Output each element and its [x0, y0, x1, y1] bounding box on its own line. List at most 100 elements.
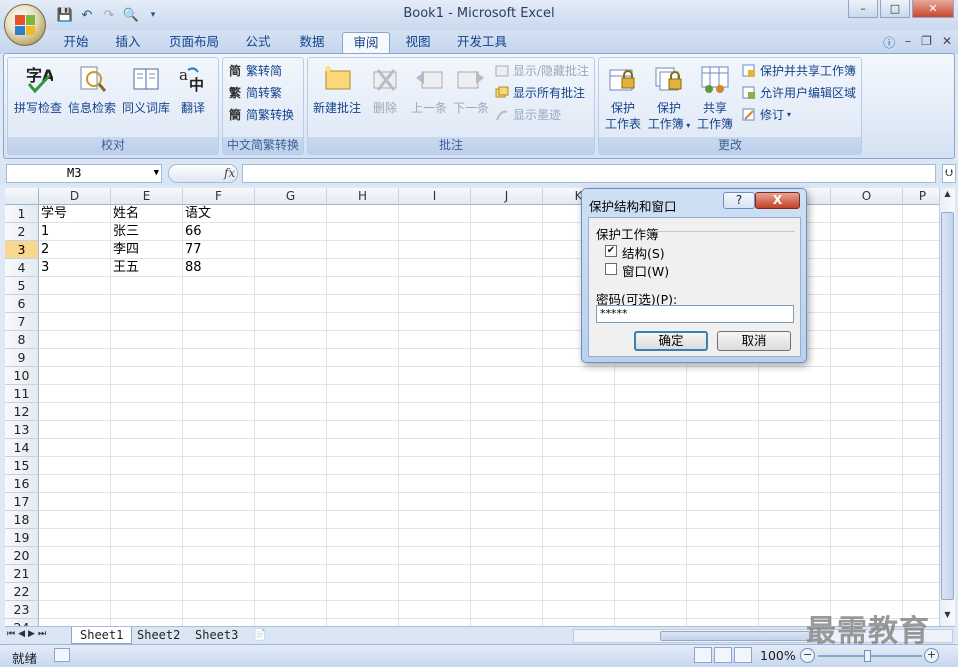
- save-icon[interactable]: 💾: [56, 6, 74, 24]
- cell-f2[interactable]: 66: [183, 223, 255, 241]
- page-layout-view-icon[interactable]: [714, 647, 732, 663]
- column-header-f[interactable]: F: [183, 188, 255, 205]
- redo-icon[interactable]: ↷: [100, 6, 118, 24]
- expand-formula-bar-icon[interactable]: ⮋: [942, 164, 956, 183]
- column-header-i[interactable]: I: [399, 188, 471, 205]
- column-header-p[interactable]: P: [903, 188, 939, 205]
- protect-share-workbook-button[interactable]: 保护并共享工作簿: [741, 61, 856, 81]
- translate-button[interactable]: a中 翻译: [168, 60, 218, 116]
- protect-sheet-button[interactable]: 保护 工作表: [599, 60, 647, 132]
- name-box[interactable]: M3 ▼: [6, 164, 162, 183]
- last-sheet-icon[interactable]: ⏭: [38, 629, 46, 639]
- cell-f4[interactable]: 88: [183, 259, 255, 277]
- row-header-12[interactable]: 12: [5, 403, 39, 421]
- row-header-15[interactable]: 15: [5, 457, 39, 475]
- zoom-in-icon[interactable]: +: [924, 648, 939, 663]
- trad-to-simp-button[interactable]: 简繁转简: [227, 61, 282, 81]
- row-header-23[interactable]: 23: [5, 601, 39, 619]
- tab-formulas[interactable]: 公式: [238, 32, 278, 54]
- normal-view-icon[interactable]: [694, 647, 712, 663]
- row-header-6[interactable]: 6: [5, 295, 39, 313]
- new-comment-button[interactable]: 新建批注: [308, 60, 366, 116]
- workbook-restore-icon[interactable]: ❐: [921, 34, 932, 51]
- tab-insert[interactable]: 插入: [108, 32, 148, 54]
- column-header-g[interactable]: G: [255, 188, 327, 205]
- allow-edit-ranges-button[interactable]: 允许用户编辑区域: [741, 83, 856, 103]
- spell-check-button[interactable]: 字A 拼写检查: [10, 60, 66, 116]
- cell-e1[interactable]: 姓名: [111, 205, 183, 223]
- dialog-close-icon[interactable]: X: [755, 192, 800, 209]
- row-header-8[interactable]: 8: [5, 331, 39, 349]
- cell-d3[interactable]: 2: [39, 241, 111, 259]
- zoom-out-icon[interactable]: −: [800, 648, 815, 663]
- row-header-2[interactable]: 2: [5, 223, 39, 241]
- row-header-24[interactable]: 24: [5, 619, 39, 626]
- row-header-4[interactable]: 4: [5, 259, 39, 277]
- row-header-1[interactable]: 1: [5, 205, 39, 223]
- scroll-up-icon[interactable]: ▲: [941, 189, 954, 203]
- formula-input[interactable]: [242, 164, 936, 183]
- windows-label[interactable]: 窗口(W): [622, 261, 669, 280]
- cell-d2[interactable]: 1: [39, 223, 111, 241]
- select-all-corner[interactable]: [5, 188, 39, 205]
- column-header-j[interactable]: J: [471, 188, 543, 205]
- row-header-17[interactable]: 17: [5, 493, 39, 511]
- tab-review[interactable]: 审阅: [342, 32, 390, 54]
- workbook-minimize-icon[interactable]: –: [905, 34, 911, 51]
- tab-page-layout[interactable]: 页面布局: [162, 32, 226, 54]
- page-break-view-icon[interactable]: [734, 647, 752, 663]
- zoom-level[interactable]: 100%: [760, 648, 796, 663]
- tab-home[interactable]: 开始: [56, 32, 96, 54]
- row-header-19[interactable]: 19: [5, 529, 39, 547]
- track-changes-button[interactable]: 修订 ▾: [741, 105, 791, 125]
- vertical-scroll-thumb[interactable]: [941, 212, 954, 600]
- password-input[interactable]: *****: [596, 305, 794, 323]
- sheet-tab-1[interactable]: Sheet1: [71, 627, 133, 644]
- horizontal-scroll-thumb[interactable]: [660, 631, 810, 641]
- close-icon[interactable]: ✕: [912, 0, 954, 18]
- delete-comment-button[interactable]: 删除: [360, 60, 410, 116]
- cell-e4[interactable]: 王五: [111, 259, 183, 277]
- row-header-11[interactable]: 11: [5, 385, 39, 403]
- row-header-16[interactable]: 16: [5, 475, 39, 493]
- row-header-22[interactable]: 22: [5, 583, 39, 601]
- name-box-dropdown-icon[interactable]: ▼: [154, 165, 159, 182]
- show-hide-comment-button[interactable]: 显示/隐藏批注: [494, 61, 589, 81]
- row-header-21[interactable]: 21: [5, 565, 39, 583]
- insert-sheet-icon[interactable]: 📄: [245, 627, 275, 644]
- vertical-scrollbar[interactable]: ▲ ▼: [939, 188, 955, 626]
- cell-e2[interactable]: 张三: [111, 223, 183, 241]
- maximize-icon[interactable]: □: [880, 0, 910, 18]
- customize-qat-icon[interactable]: ▾: [144, 6, 162, 24]
- insert-function-icon[interactable]: fx: [224, 166, 235, 180]
- cell-d4[interactable]: 3: [39, 259, 111, 277]
- chinese-convert-button[interactable]: 簡简繁转换: [227, 105, 294, 125]
- row-header-3[interactable]: 3: [5, 241, 39, 259]
- first-sheet-icon[interactable]: ⏮: [7, 629, 15, 639]
- row-header-7[interactable]: 7: [5, 313, 39, 331]
- dialog-help-icon[interactable]: ?: [723, 192, 755, 209]
- office-button[interactable]: [4, 4, 46, 46]
- share-workbook-button[interactable]: 共享 工作簿: [691, 60, 739, 132]
- row-header-10[interactable]: 10: [5, 367, 39, 385]
- row-header-20[interactable]: 20: [5, 547, 39, 565]
- structure-label[interactable]: 结构(S): [622, 243, 665, 262]
- show-all-comments-button[interactable]: 显示所有批注: [494, 83, 585, 103]
- cell-f3[interactable]: 77: [183, 241, 255, 259]
- undo-icon[interactable]: ↶: [78, 6, 96, 24]
- sheet-tab-3[interactable]: Sheet3: [187, 627, 246, 644]
- macro-record-icon[interactable]: [54, 648, 70, 662]
- print-preview-icon[interactable]: 🔍: [122, 6, 140, 24]
- tab-view[interactable]: 视图: [398, 32, 438, 54]
- ok-button[interactable]: 确定: [634, 331, 708, 351]
- next-sheet-icon[interactable]: ▶: [28, 629, 35, 639]
- column-header-o[interactable]: O: [831, 188, 903, 205]
- row-header-9[interactable]: 9: [5, 349, 39, 367]
- protect-workbook-button[interactable]: 保护 工作簿 ▾: [645, 60, 693, 134]
- column-header-e[interactable]: E: [111, 188, 183, 205]
- tab-developer[interactable]: 开发工具: [450, 32, 514, 54]
- minimize-icon[interactable]: –: [848, 0, 878, 18]
- windows-checkbox[interactable]: [605, 263, 617, 275]
- help-icon[interactable]: ⓘ: [883, 34, 895, 51]
- scroll-down-icon[interactable]: ▼: [941, 610, 954, 624]
